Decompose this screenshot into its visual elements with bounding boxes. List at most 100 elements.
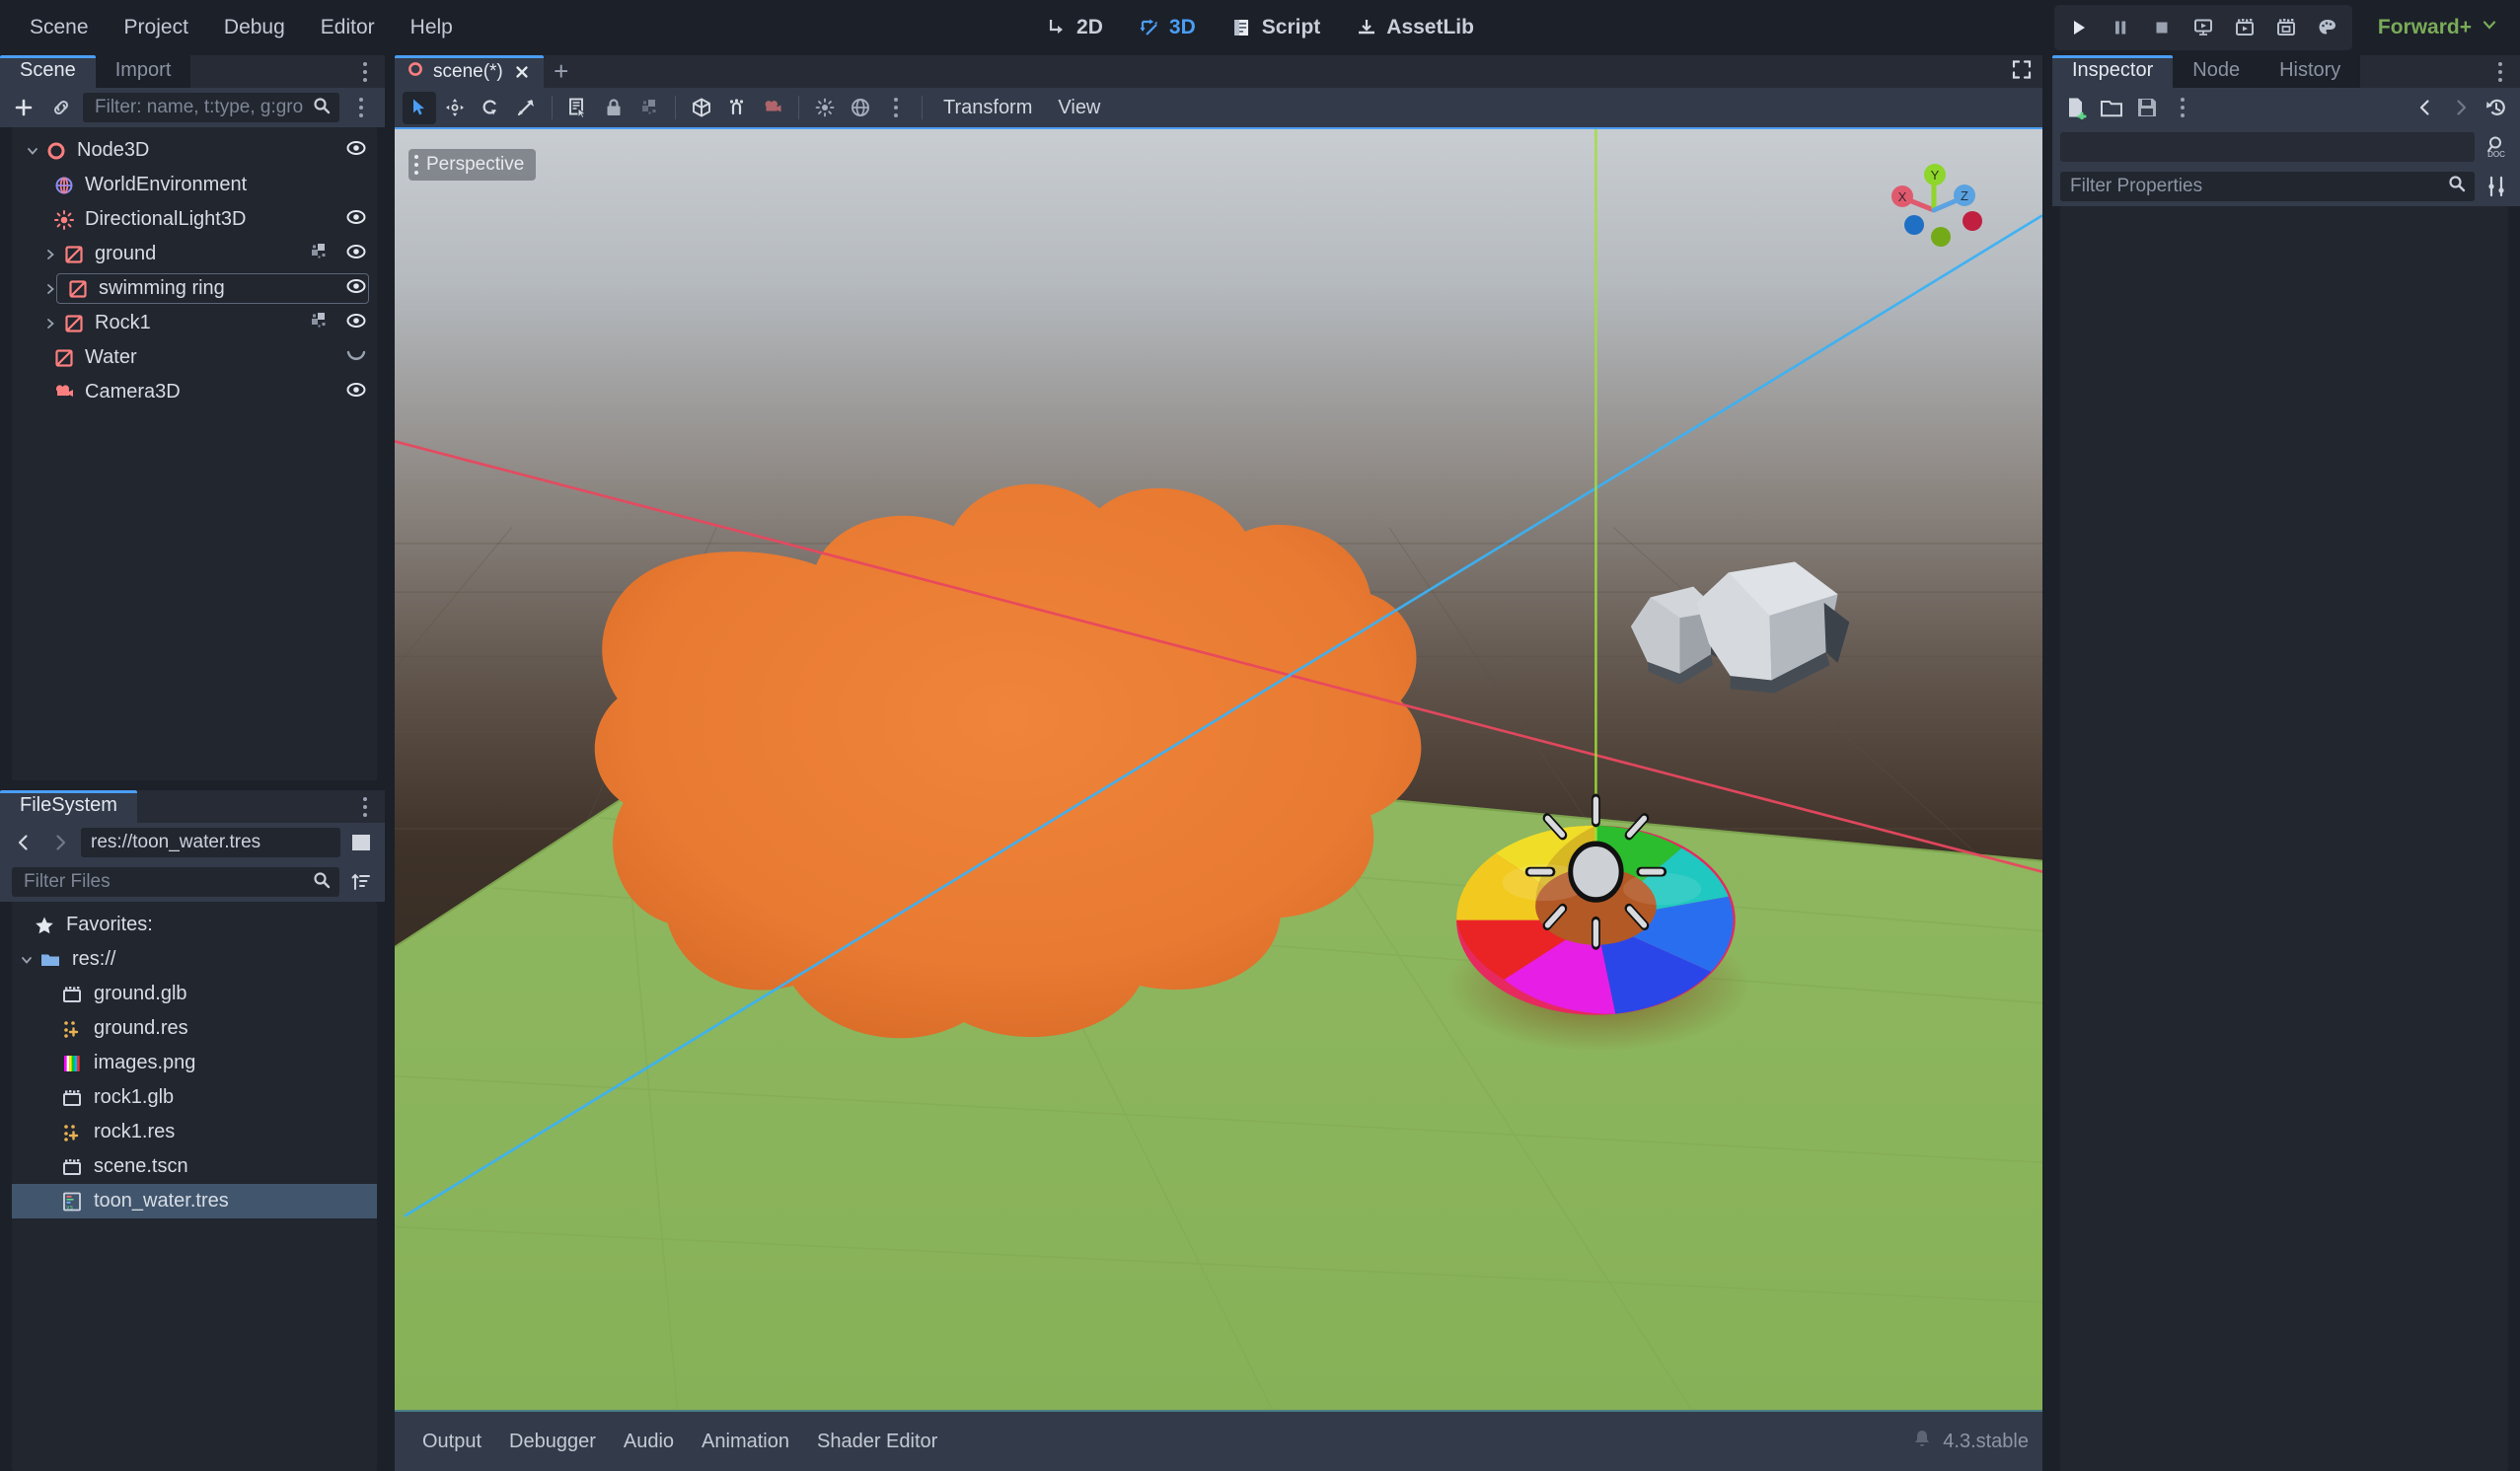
dock-tab-node[interactable]: Node [2173, 55, 2260, 88]
bottom-tab-output[interactable]: Output [408, 1423, 495, 1461]
menu-debug[interactable]: Debug [208, 9, 301, 46]
remote-debug-button[interactable] [2307, 8, 2348, 47]
add-child-node-button[interactable] [8, 92, 39, 123]
filesystem-item-toon-water-tres[interactable]: vs toon_water.tres [12, 1184, 377, 1218]
inspector-object-field[interactable] [2060, 132, 2475, 162]
tab-3d[interactable]: 3D [1125, 8, 1210, 47]
history-next-button[interactable] [2445, 92, 2477, 123]
scene-tab-scene[interactable]: scene(*) [395, 55, 544, 88]
expander-right-icon[interactable] [39, 247, 61, 262]
filesystem-back-button[interactable] [8, 827, 39, 858]
filesystem-filter-input[interactable]: Filter Files [12, 867, 339, 897]
dock-tab-filesystem[interactable]: FileSystem [0, 790, 137, 823]
dock-tab-history[interactable]: History [2260, 55, 2360, 88]
filesystem-item-images-png[interactable]: images.png [12, 1046, 377, 1080]
run-current-scene-button[interactable] [2183, 8, 2224, 47]
lock-button[interactable] [597, 92, 630, 124]
move-mode-button[interactable] [438, 92, 472, 124]
bell-icon[interactable] [1911, 1428, 1933, 1455]
curve-icon[interactable] [345, 344, 367, 372]
dock-tab-import[interactable]: Import [96, 55, 191, 88]
stop-scene-button[interactable] [2141, 8, 2183, 47]
save-resource-button[interactable] [2131, 92, 2163, 123]
filesystem-toggle-split-button[interactable] [345, 827, 377, 858]
eye-icon[interactable] [345, 137, 367, 165]
tab-assetlib[interactable]: AssetLib [1342, 8, 1488, 47]
left-dock-splitter[interactable] [0, 780, 385, 790]
scene-tree[interactable]: Node3D WorldEnvironment DirectionalLight… [12, 127, 377, 780]
dock-tab-inspector[interactable]: Inspector [2052, 55, 2174, 88]
filesystem-path-input[interactable]: res://toon_water.tres [81, 828, 340, 857]
tree-item-node3d[interactable]: Node3D [12, 133, 377, 168]
viewport-camera-menu[interactable]: Perspective [408, 149, 537, 181]
expander-right-icon[interactable] [39, 316, 61, 331]
new-scene-tab-button[interactable]: + [544, 55, 579, 88]
history-button[interactable] [2481, 92, 2512, 123]
eye-icon[interactable] [345, 275, 367, 303]
tree-item-ground[interactable]: ground [12, 237, 377, 271]
scale-mode-button[interactable] [509, 92, 543, 124]
scene-dock-menu-button[interactable] [353, 58, 377, 86]
mesh-preview-icon[interactable] [308, 310, 330, 337]
eye-icon[interactable] [345, 206, 367, 234]
run-specific-scene-button[interactable] [2224, 8, 2265, 47]
tree-item-swimming-ring[interactable]: swimming ring [12, 271, 377, 306]
sun-preview-button[interactable] [808, 92, 842, 124]
filesystem-item-favorites[interactable]: Favorites: [12, 908, 377, 942]
inspector-filter-input[interactable]: Filter Properties [2060, 172, 2475, 201]
filesystem-tree[interactable]: Favorites: res:// ground.glb ground.res … [12, 902, 377, 1471]
filesystem-item-ground-res[interactable]: ground.res [12, 1011, 377, 1046]
axis-gizmo[interactable]: X Y Z [1883, 149, 2001, 267]
bottom-tab-animation[interactable]: Animation [688, 1423, 803, 1461]
filesystem-item-rock1-res[interactable]: rock1.res [12, 1115, 377, 1149]
tree-item-camera3d[interactable]: Camera3D [12, 375, 377, 409]
expander-down-icon[interactable] [22, 143, 43, 159]
group-button[interactable] [632, 92, 666, 124]
close-icon[interactable] [512, 62, 532, 82]
filesystem-item-scene-tscn[interactable]: scene.tscn [12, 1149, 377, 1184]
select-mode-button[interactable] [403, 91, 436, 124]
object-tools-button[interactable] [2481, 171, 2512, 202]
left-dock-vertical-splitter[interactable] [385, 55, 395, 1471]
new-resource-button[interactable] [2060, 92, 2092, 123]
history-prev-button[interactable] [2409, 92, 2441, 123]
menu-project[interactable]: Project [109, 9, 204, 46]
filesystem-sort-button[interactable] [345, 866, 377, 898]
resource-extra-button[interactable] [2167, 92, 2198, 123]
tree-item-water[interactable]: Water [12, 340, 377, 375]
tree-item-rock1[interactable]: Rock1 [12, 306, 377, 340]
filesystem-item-rock1-glb[interactable]: rock1.glb [12, 1080, 377, 1115]
menu-scene[interactable]: Scene [14, 9, 105, 46]
scene-filter-input[interactable]: Filter: name, t:type, g:gro [83, 93, 339, 122]
dock-tab-scene[interactable]: Scene [0, 55, 96, 88]
tab-2d[interactable]: 2D [1032, 8, 1117, 47]
camera-preview-button[interactable] [756, 92, 789, 124]
filesystem-dock-menu-button[interactable] [353, 793, 377, 821]
local-space-button[interactable] [685, 92, 718, 124]
mesh-preview-icon[interactable] [308, 241, 330, 268]
distraction-free-mode-button[interactable] [2011, 58, 2033, 85]
viewport-3d[interactable]: Perspective X Y Z [395, 127, 2042, 1410]
viewport-options-button[interactable] [879, 92, 913, 124]
filesystem-forward-button[interactable] [44, 827, 76, 858]
bottom-tab-audio[interactable]: Audio [610, 1423, 688, 1461]
expander-down-icon[interactable] [16, 952, 37, 968]
snap-button[interactable] [720, 92, 754, 124]
instantiate-scene-button[interactable] [45, 92, 77, 123]
view-menu[interactable]: View [1046, 91, 1112, 125]
eye-icon[interactable] [345, 379, 367, 406]
environment-preview-button[interactable] [844, 92, 877, 124]
eye-icon[interactable] [345, 241, 367, 268]
run-project-button[interactable] [2058, 8, 2100, 47]
menu-editor[interactable]: Editor [305, 9, 391, 46]
filesystem-item-res-root[interactable]: res:// [12, 942, 377, 977]
right-dock-vertical-splitter[interactable] [2042, 55, 2052, 1471]
bottom-tab-shader-editor[interactable]: Shader Editor [803, 1423, 951, 1461]
scene-tree-options-button[interactable] [345, 92, 377, 123]
load-resource-button[interactable] [2096, 92, 2127, 123]
filesystem-item-ground-glb[interactable]: ground.glb [12, 977, 377, 1011]
inspector-dock-menu-button[interactable] [2488, 58, 2512, 86]
tree-item-directionallight3d[interactable]: DirectionalLight3D [12, 202, 377, 237]
transform-menu[interactable]: Transform [931, 91, 1044, 125]
menu-help[interactable]: Help [395, 9, 469, 46]
